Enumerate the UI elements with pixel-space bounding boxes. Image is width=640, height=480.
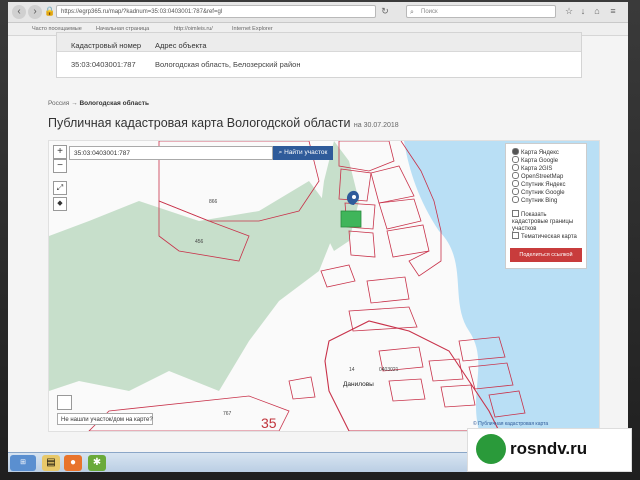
map-attribution[interactable]: © Публичная кадастровая карта bbox=[473, 421, 548, 427]
location-pin-dot bbox=[352, 195, 356, 199]
zoom-out-button[interactable]: − bbox=[53, 159, 67, 173]
page-title: Публичная кадастровая карта Вологодской … bbox=[48, 116, 399, 130]
back-icon[interactable]: ‹ bbox=[12, 5, 26, 19]
lock-icon: 🔒 bbox=[44, 6, 56, 16]
layers-icon[interactable]: ◆ bbox=[53, 197, 67, 211]
zoom-in-button[interactable]: + bbox=[53, 145, 67, 159]
option-label: Тематическая карта bbox=[521, 234, 577, 240]
start-button[interactable]: ⊞ bbox=[10, 455, 36, 471]
selected-parcel bbox=[340, 210, 362, 228]
option-thematic-map[interactable]: Тематическая карта bbox=[512, 232, 577, 240]
explorer-icon[interactable]: ▤ bbox=[42, 455, 60, 471]
parcel-label: 456 bbox=[195, 239, 204, 245]
watermark: rosndv.ru bbox=[467, 428, 632, 472]
title-date: на 30.07.2018 bbox=[353, 122, 399, 129]
star-icon[interactable]: ☆ bbox=[564, 6, 574, 16]
search-icon: ⌕ bbox=[410, 9, 414, 16]
cadastral-number: 35:03:0403001:787 bbox=[71, 60, 136, 69]
radio-icon bbox=[512, 164, 519, 171]
option-cadastral-borders[interactable]: Показать кадастровые границы участков bbox=[512, 210, 582, 233]
breadcrumb: Россия → Вологодская область bbox=[48, 100, 149, 107]
search-placeholder: Поиск bbox=[421, 9, 438, 15]
share-link-button[interactable]: Поделиться ссылкой bbox=[510, 248, 582, 262]
find-parcel-label: Найти участок bbox=[284, 149, 328, 156]
village-label: Даниловы bbox=[343, 381, 374, 388]
radio-icon bbox=[512, 196, 519, 203]
home-icon[interactable]: ⌂ bbox=[592, 6, 602, 16]
layers-panel: Карта Яндекс Карта Google Карта 2GIS Ope… bbox=[505, 143, 587, 269]
watermark-text: rosndv.ru bbox=[510, 439, 588, 458]
url-input[interactable]: https://egrp365.ru/map/?kadnum=35:03:040… bbox=[56, 5, 376, 18]
menu-icon[interactable]: ≡ bbox=[608, 6, 618, 16]
checkbox-icon bbox=[512, 210, 519, 217]
district-label: 35 bbox=[261, 415, 277, 431]
parcel-label: 866 bbox=[209, 199, 218, 205]
find-parcel-button[interactable]: ⌕ Найти участок bbox=[273, 146, 333, 160]
layer-yandex-map[interactable]: Карта Яндекс bbox=[512, 148, 559, 156]
radio-icon bbox=[512, 156, 519, 163]
page-content: Кадастровый номер Адрес объекта 35:03:04… bbox=[8, 32, 628, 452]
checkbox-icon bbox=[512, 232, 519, 239]
download-icon[interactable]: ↓ bbox=[578, 6, 588, 16]
block-label: 0403021 bbox=[379, 367, 399, 373]
table-row: 35:03:0403001:787 Вологодская область, Б… bbox=[57, 52, 581, 76]
monitor-bezel: ‹ › 🔒 https://egrp365.ru/map/?kadnum=35:… bbox=[0, 0, 640, 480]
option-label: Показать кадастровые границы участков bbox=[512, 212, 574, 232]
block-number-label: 14 bbox=[349, 367, 355, 373]
breadcrumb-arrow: → bbox=[71, 100, 78, 107]
table-header: Кадастровый номер Адрес объекта bbox=[57, 33, 581, 52]
parcel-label: 767 bbox=[223, 411, 232, 417]
layer-google-satellite[interactable]: Спутник Google bbox=[512, 188, 565, 196]
firefox-icon[interactable]: ● bbox=[64, 455, 82, 471]
reload-icon[interactable]: ↻ bbox=[380, 6, 390, 16]
radio-icon bbox=[512, 180, 519, 187]
radio-icon bbox=[512, 188, 519, 195]
house-logo-icon bbox=[476, 434, 506, 464]
browser-search-input[interactable]: ⌕ Поиск bbox=[406, 5, 556, 18]
cadastral-info-table: Кадастровый номер Адрес объекта 35:03:04… bbox=[56, 32, 582, 78]
layer-osm[interactable]: OpenStreetMap bbox=[512, 172, 563, 180]
object-address: Вологодская область, Белозерский район bbox=[155, 60, 301, 69]
screen: ‹ › 🔒 https://egrp365.ru/map/?kadnum=35:… bbox=[8, 2, 628, 472]
forward-icon[interactable]: › bbox=[28, 5, 42, 19]
settings-icon[interactable]: ✱ bbox=[88, 455, 106, 471]
column-header: Адрес объекта bbox=[155, 41, 207, 50]
book-icon[interactable] bbox=[57, 395, 72, 410]
address-bar: ‹ › 🔒 https://egrp365.ru/map/?kadnum=35:… bbox=[8, 2, 628, 23]
layer-yandex-satellite[interactable]: Спутник Яндекс bbox=[512, 180, 565, 188]
layer-google-map[interactable]: Карта Google bbox=[512, 156, 558, 164]
map-search-input[interactable]: 35:03:0403001:787 bbox=[69, 146, 273, 160]
not-found-link[interactable]: Не нашли участок/дом на карте? bbox=[57, 413, 153, 425]
radio-icon bbox=[512, 148, 519, 155]
radio-icon bbox=[512, 172, 519, 179]
fullscreen-icon[interactable]: ⤢ bbox=[53, 181, 67, 195]
title-main: Публичная кадастровая карта Вологодской … bbox=[48, 116, 351, 130]
column-header: Кадастровый номер bbox=[71, 41, 142, 50]
breadcrumb-root[interactable]: Россия bbox=[48, 100, 69, 107]
cadastral-map[interactable]: + − ⤢ ◆ 35:03:0403001:787 ⌕ Найти участо… bbox=[48, 140, 600, 432]
layer-2gis-map[interactable]: Карта 2GIS bbox=[512, 164, 552, 172]
breadcrumb-current: Вологодская область bbox=[79, 100, 149, 107]
layer-label: Спутник Bing bbox=[521, 198, 558, 204]
layer-bing-satellite[interactable]: Спутник Bing bbox=[512, 196, 557, 204]
